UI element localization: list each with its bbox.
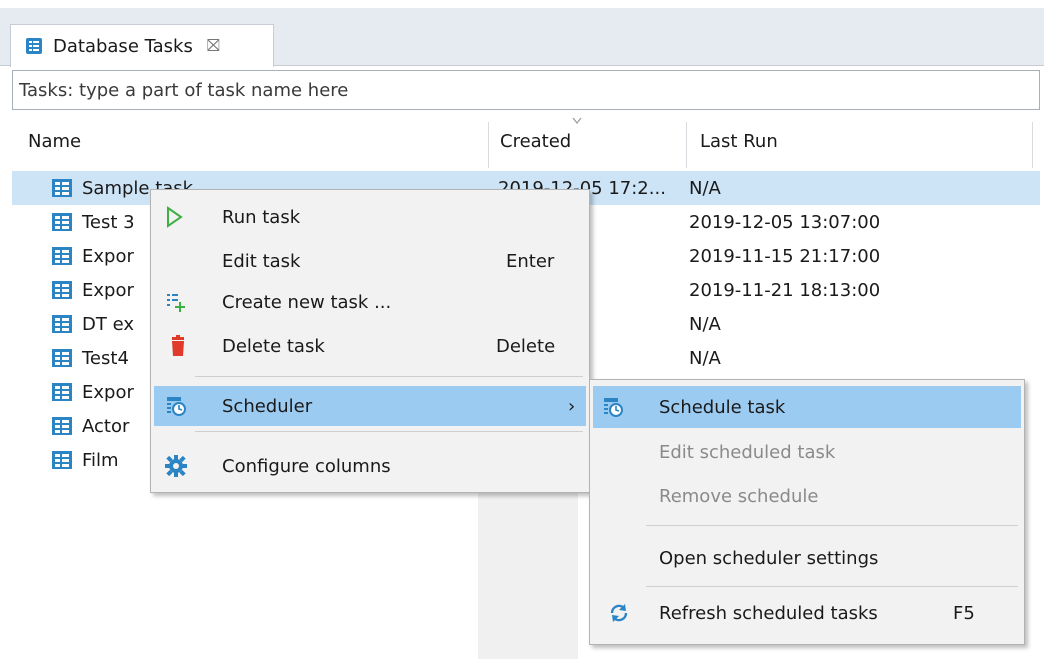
menu-item-label: Configure columns bbox=[222, 455, 391, 477]
task-last-run: 2019-12-05 13:07:00 bbox=[689, 211, 881, 233]
menu-item-open-scheduler-settings[interactable]: Open scheduler settings bbox=[593, 537, 1021, 579]
menu-item-run-task[interactable]: Run task bbox=[154, 196, 586, 238]
task-search-input[interactable] bbox=[13, 71, 1039, 109]
column-header-name-label: Name bbox=[28, 130, 82, 152]
task-icon bbox=[52, 417, 72, 435]
task-name: Expor bbox=[82, 381, 134, 403]
task-filter bbox=[12, 70, 1040, 110]
task-name-cell: Test4 bbox=[52, 341, 129, 375]
refresh-icon bbox=[607, 601, 631, 625]
menu-item-edit-task[interactable]: Edit task Enter bbox=[154, 240, 586, 282]
task-name-cell: Film bbox=[52, 443, 119, 477]
menu-item-accelerator: Enter bbox=[506, 250, 555, 272]
task-last-run: N/A bbox=[689, 177, 721, 199]
task-name-cell: Expor bbox=[52, 273, 134, 307]
task-last-run: N/A bbox=[689, 313, 721, 335]
task-icon bbox=[52, 451, 72, 469]
menu-item-accelerator: Delete bbox=[496, 335, 556, 357]
task-name: DT ex bbox=[82, 313, 134, 335]
column-divider[interactable] bbox=[686, 122, 687, 168]
submenu-arrow-icon: › bbox=[568, 395, 576, 417]
menu-separator bbox=[646, 586, 1018, 587]
menu-item-accelerator: F5 bbox=[953, 602, 975, 624]
trash-icon bbox=[166, 334, 190, 358]
new-task-icon bbox=[164, 291, 188, 315]
column-header-name[interactable]: Name bbox=[28, 112, 81, 170]
menu-separator bbox=[646, 525, 1018, 526]
tab-label: Database Tasks bbox=[53, 35, 193, 57]
menu-item-create-new-task[interactable]: Create new task ... bbox=[154, 281, 586, 323]
tab-database-tasks[interactable]: Database Tasks ⛝ bbox=[10, 24, 274, 67]
top-strip bbox=[0, 0, 1044, 8]
task-last-run: N/A bbox=[689, 347, 721, 369]
column-divider[interactable] bbox=[1032, 122, 1033, 168]
menu-item-label: Run task bbox=[222, 206, 301, 228]
scheduler-submenu: Schedule task Edit scheduled task Remove… bbox=[589, 379, 1025, 645]
menu-separator bbox=[195, 376, 583, 377]
task-name: Film bbox=[82, 449, 119, 471]
close-icon[interactable]: ⛝ bbox=[207, 36, 220, 56]
task-name: Expor bbox=[82, 245, 134, 267]
task-icon bbox=[52, 213, 72, 231]
menu-item-label: Remove schedule bbox=[659, 485, 819, 507]
menu-item-label: Schedule task bbox=[659, 396, 786, 418]
menu-item-label: Edit scheduled task bbox=[659, 441, 836, 463]
scheduler-icon bbox=[164, 394, 188, 418]
task-name-cell: Expor bbox=[52, 239, 134, 273]
run-icon bbox=[162, 205, 186, 229]
menu-item-refresh-scheduled-tasks[interactable]: Refresh scheduled tasks F5 bbox=[593, 592, 1021, 634]
column-header-created[interactable]: Created bbox=[500, 112, 571, 170]
task-name: Test 3 bbox=[82, 211, 135, 233]
menu-item-label: Open scheduler settings bbox=[659, 547, 879, 569]
task-name-cell: DT ex bbox=[52, 307, 134, 341]
task-icon bbox=[52, 179, 72, 197]
editor-tab-bar: Database Tasks ⛝ bbox=[0, 8, 1044, 67]
task-name: Test4 bbox=[82, 347, 129, 369]
task-name-cell: Actor bbox=[52, 409, 129, 443]
column-divider[interactable] bbox=[488, 122, 489, 168]
gear-icon bbox=[164, 454, 188, 478]
task-icon bbox=[52, 247, 72, 265]
menu-item-label: Create new task ... bbox=[222, 291, 392, 313]
task-icon bbox=[52, 315, 72, 333]
database-tasks-icon bbox=[25, 37, 43, 55]
menu-item-label: Scheduler bbox=[222, 395, 313, 417]
task-context-menu: Run task Edit task Enter Create new task… bbox=[150, 189, 590, 493]
task-name-cell: Test 3 bbox=[52, 205, 135, 239]
task-name: Expor bbox=[82, 279, 134, 301]
task-name-cell: Expor bbox=[52, 375, 134, 409]
task-icon bbox=[52, 281, 72, 299]
menu-item-delete-task[interactable]: Delete task Delete bbox=[154, 325, 586, 367]
task-icon bbox=[52, 383, 72, 401]
column-header-created-label: Created bbox=[500, 130, 572, 152]
task-last-run: 2019-11-15 21:17:00 bbox=[689, 245, 881, 267]
task-name: Actor bbox=[82, 415, 130, 437]
menu-separator bbox=[195, 431, 583, 432]
scheduler-icon bbox=[601, 395, 625, 419]
menu-item-remove-schedule[interactable]: Remove schedule bbox=[593, 475, 1021, 517]
column-header-last-run-label: Last Run bbox=[700, 130, 778, 152]
menu-item-label: Refresh scheduled tasks bbox=[659, 602, 878, 624]
menu-item-edit-scheduled-task[interactable]: Edit scheduled task bbox=[593, 431, 1021, 473]
menu-item-label: Delete task bbox=[222, 335, 325, 357]
task-icon bbox=[52, 349, 72, 367]
column-header-last-run[interactable]: Last Run bbox=[700, 112, 778, 170]
menu-item-scheduler[interactable]: Scheduler › bbox=[154, 386, 586, 426]
menu-item-label: Edit task bbox=[222, 250, 301, 272]
menu-item-schedule-task[interactable]: Schedule task bbox=[593, 386, 1021, 428]
sort-descending-icon bbox=[572, 117, 582, 124]
menu-item-configure-columns[interactable]: Configure columns bbox=[154, 445, 586, 487]
task-last-run: 2019-11-21 18:13:00 bbox=[689, 279, 881, 301]
